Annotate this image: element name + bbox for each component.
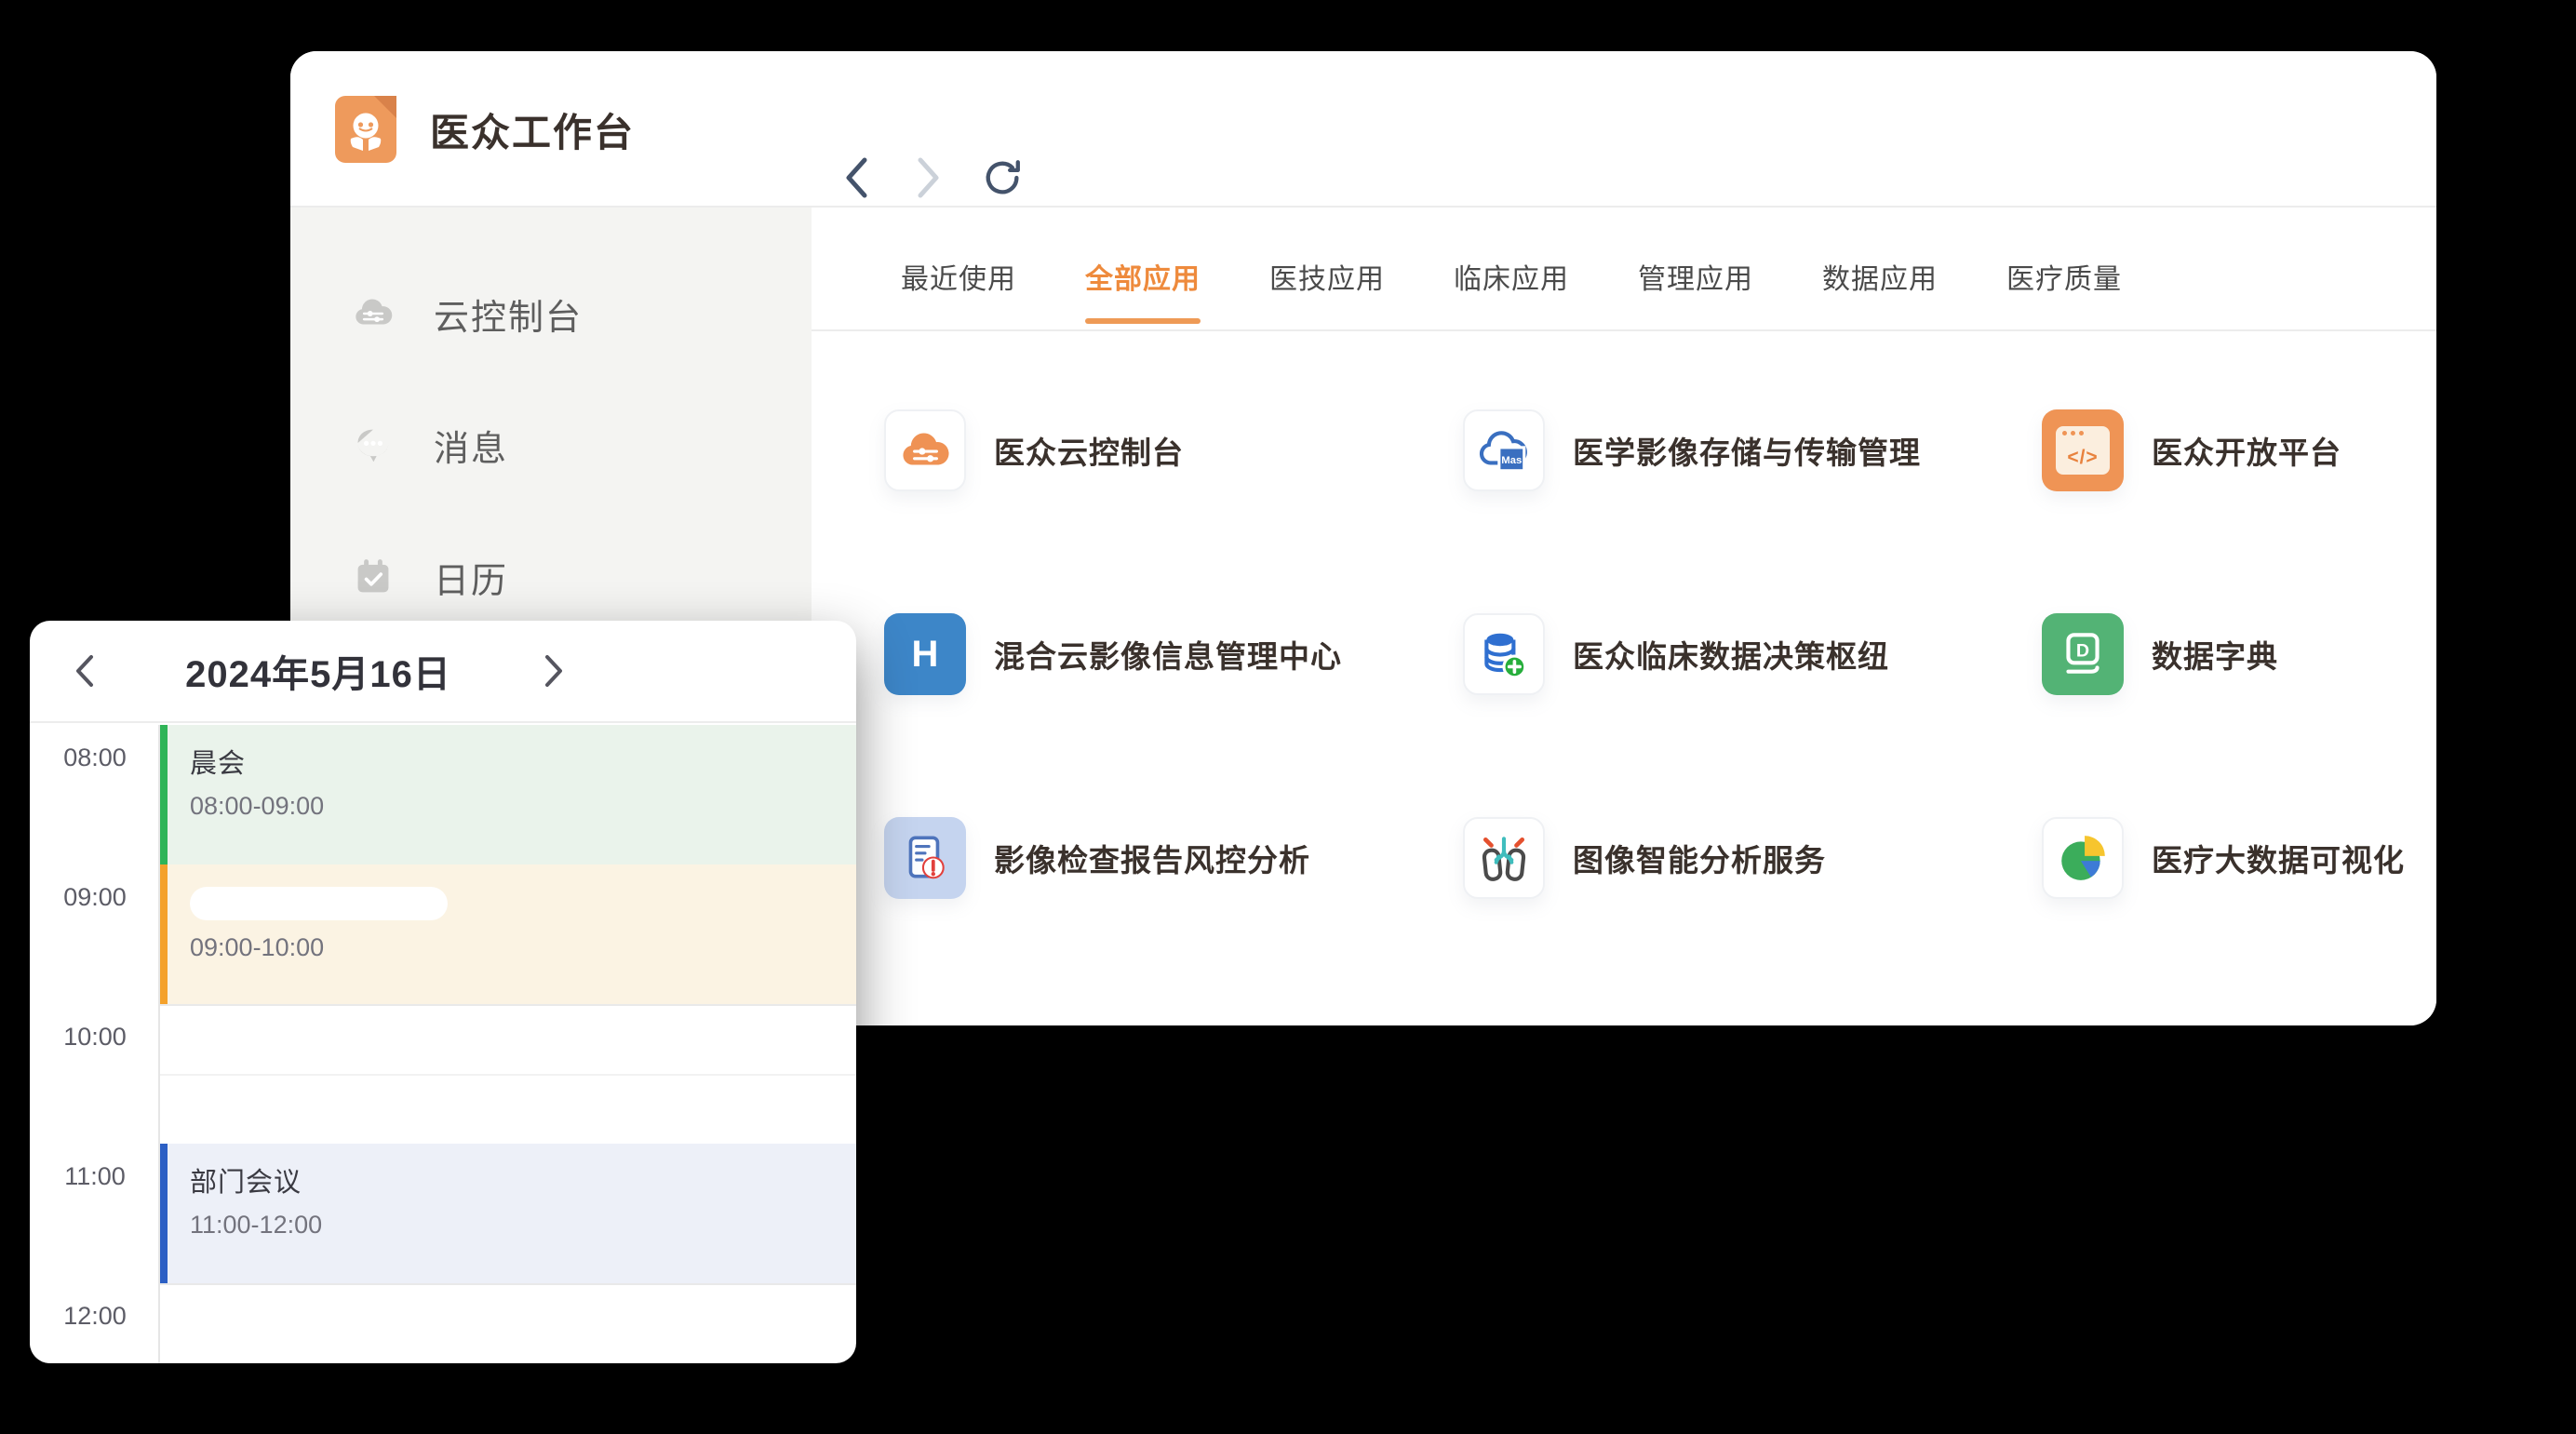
lungs-analysis-icon (1477, 831, 1531, 885)
tab-clinical-apps[interactable]: 临床应用 (1454, 256, 1569, 329)
app-label: 医众云控制台 (994, 409, 1184, 491)
time-label: 12:00 (30, 1302, 160, 1331)
chevron-right-icon (543, 652, 567, 690)
tab-medtech-apps[interactable]: 医技应用 (1269, 256, 1385, 329)
tab-bar: 最近使用 全部应用 医技应用 临床应用 管理应用 数据应用 医疗质量 (812, 208, 2436, 331)
brand: 医众工作台 (335, 51, 635, 208)
window-title: 医众工作台 (430, 101, 635, 158)
event-accent-bar (160, 864, 168, 1004)
report-alert-icon (884, 817, 966, 899)
calendar-check-icon (352, 556, 395, 598)
pie-chart-icon (2056, 831, 2110, 885)
app-item-big-data-visualization[interactable]: 医疗大数据可视化 (2042, 817, 2436, 1021)
time-label: 09:00 (30, 883, 160, 912)
time-label: 10:00 (30, 1023, 160, 1052)
screen: 医众工作台 (0, 0, 2576, 1434)
mascot-logo-icon (335, 96, 396, 163)
event-accent-bar (160, 1144, 168, 1283)
calendar-header: 2024年5月16日 (30, 621, 856, 723)
app-item-image-ai-analysis[interactable]: 图像智能分析服务 (1463, 817, 2042, 1021)
app-item-cloud-console[interactable]: 医众云控制台 (884, 409, 1463, 613)
tab-management-apps[interactable]: 管理应用 (1638, 256, 1753, 329)
calendar-date-title: 2024年5月16日 (151, 621, 486, 721)
tab-quality-apps[interactable]: 医疗质量 (2006, 256, 2122, 329)
svg-text:D: D (2076, 641, 2089, 662)
chat-bubble-icon (352, 423, 395, 466)
app-item-report-risk-analysis[interactable]: 影像检查报告风控分析 (884, 817, 1463, 1021)
time-column: 08:00 09:00 10:00 11:00 12:00 (30, 725, 160, 1363)
refresh-button[interactable] (983, 155, 1024, 200)
event-time: 08:00-09:00 (190, 792, 856, 821)
chevron-right-icon (917, 156, 941, 199)
app-label: 影像检查报告风控分析 (994, 817, 1310, 899)
event-time: 11:00-12:00 (190, 1211, 856, 1240)
app-label: 医学影像存储与传输管理 (1573, 409, 1921, 491)
app-item-open-platform[interactable]: </> 医众开放平台 (2042, 409, 2436, 613)
tab-data-apps[interactable]: 数据应用 (1822, 256, 1938, 329)
app-grid: 医众云控制台 Mas 医学影像存储与传输管理 (884, 409, 2436, 1021)
app-item-clinical-data-hub[interactable]: 医众临床数据决策枢纽 (1463, 613, 2042, 817)
chevron-left-icon (72, 652, 96, 690)
sidebar-item-calendar[interactable]: 日历 (352, 551, 508, 603)
tab-recent[interactable]: 最近使用 (901, 256, 1016, 329)
chevron-left-icon (844, 156, 868, 199)
calendar-event-department-meeting[interactable]: 部门会议 11:00-12:00 (160, 1144, 856, 1283)
window-header: 医众工作台 (290, 51, 2436, 208)
database-plus-icon (1477, 627, 1531, 681)
app-item-hybrid-cloud-center[interactable]: H 混合云影像信息管理中心 (884, 613, 1463, 817)
sidebar-item-label: 日历 (434, 552, 508, 603)
refresh-icon (983, 156, 1024, 199)
calendar-event-redacted[interactable]: 09:00-10:00 (160, 864, 856, 1004)
time-label: 11:00 (30, 1162, 160, 1191)
time-label: 08:00 (30, 744, 160, 772)
app-item-imaging-storage[interactable]: Mas 医学影像存储与传输管理 (1463, 409, 2042, 613)
back-button[interactable] (836, 155, 877, 200)
forward-button[interactable] (908, 155, 949, 200)
sidebar-item-label: 消息 (434, 420, 508, 471)
event-title: 部门会议 (190, 1160, 856, 1199)
cloud-settings-icon (352, 292, 395, 335)
app-label: 医疗大数据可视化 (2152, 817, 2405, 899)
app-label: 图像智能分析服务 (1573, 817, 1826, 899)
sidebar-item-label: 云控制台 (434, 288, 583, 340)
sidebar-item-cloud-console[interactable]: 云控制台 (352, 288, 583, 340)
app-label: 混合云影像信息管理中心 (994, 613, 1342, 695)
tab-all-apps[interactable]: 全部应用 (1085, 256, 1201, 329)
calendar-event-morning-meeting[interactable]: 晨会 08:00-09:00 (160, 725, 856, 864)
app-item-data-dictionary[interactable]: D 数据字典 (2042, 613, 2436, 817)
blue-h-tile-icon: H (884, 613, 966, 695)
green-dictionary-icon: D (2042, 613, 2124, 695)
svg-text:Mas: Mas (1501, 455, 1522, 466)
app-label: 医众临床数据决策枢纽 (1573, 613, 1889, 695)
sidebar-item-messages[interactable]: 消息 (352, 419, 508, 471)
calendar-panel: 2024年5月16日 晨会 08:00-09:00 (30, 621, 856, 1363)
next-day-button[interactable] (532, 649, 577, 693)
event-title: 晨会 (190, 742, 856, 781)
calendar-day-view: 晨会 08:00-09:00 09:00-10:00 部门会议 11:00-12… (30, 725, 856, 1363)
event-accent-bar (160, 725, 168, 864)
app-label: 医众开放平台 (2152, 409, 2341, 491)
redacted-title-pill (190, 887, 448, 920)
blue-cloud-mas-icon: Mas (1477, 423, 1531, 477)
app-label: 数据字典 (2152, 613, 2278, 695)
event-time: 09:00-10:00 (190, 933, 856, 962)
content-area: 最近使用 全部应用 医技应用 临床应用 管理应用 数据应用 医疗质量 (812, 208, 2436, 1025)
prev-day-button[interactable] (61, 649, 106, 693)
orange-code-window-icon: </> (2042, 409, 2124, 491)
orange-cloud-sliders-icon (898, 423, 952, 477)
